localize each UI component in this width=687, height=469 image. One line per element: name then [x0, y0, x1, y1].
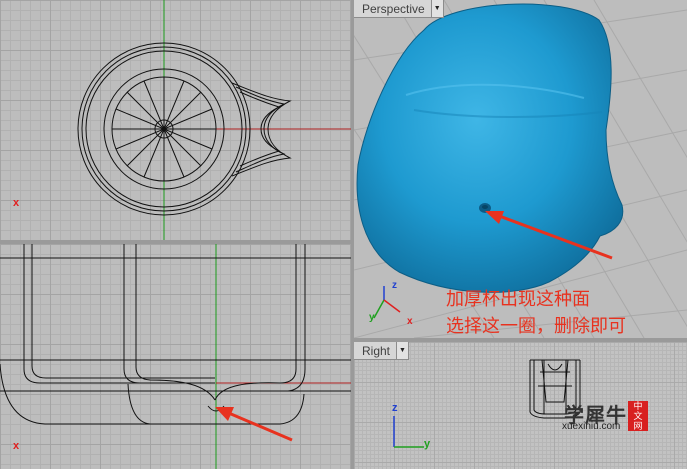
watermark-badge: 中 文 网: [628, 401, 648, 431]
axis-x-label: x: [13, 197, 20, 209]
viewport-separator-horizontal[interactable]: [0, 240, 353, 244]
watermark-badge-char-2: 文: [633, 411, 643, 421]
viewport-separator-vertical[interactable]: [351, 0, 354, 469]
perspective-dropdown-button[interactable]: ▼: [430, 0, 443, 17]
axis-x-label: x: [407, 316, 413, 327]
axis-z-label: z: [392, 280, 397, 291]
axis-x-label: x: [13, 440, 20, 452]
watermark-url: xuexiniu.com: [562, 421, 621, 432]
annotation-arrow-icon: [215, 407, 293, 442]
right-viewport-tab[interactable]: Right ▼: [354, 342, 410, 360]
top-viewport[interactable]: x: [0, 0, 352, 241]
top-view-drawing: [77, 0, 351, 240]
dropdown-arrow-icon: ▼: [433, 5, 441, 12]
annotation-line-2: 选择这一圈，删除即可: [446, 316, 626, 336]
cup-mesh: [356, 3, 624, 293]
perspective-viewport-tab[interactable]: Perspective ▼: [354, 0, 444, 18]
axis-y-label: y: [369, 312, 375, 323]
perspective-viewport-label: Perspective: [362, 2, 425, 16]
watermark-badge-char-3: 网: [633, 421, 643, 431]
axis-y-label: y: [424, 438, 431, 450]
right-dropdown-button[interactable]: ▼: [396, 342, 409, 359]
dropdown-arrow-icon: ▼: [399, 347, 406, 354]
annotation-line-1: 加厚杯出现这种面: [446, 289, 590, 309]
right-viewport-label: Right: [362, 344, 391, 358]
annotation-text: 加厚杯出现这种面 选择这一圈，删除即可: [446, 286, 626, 340]
watermark-badge-char-1: 中: [633, 401, 643, 411]
axis-z-label: z: [392, 402, 398, 414]
